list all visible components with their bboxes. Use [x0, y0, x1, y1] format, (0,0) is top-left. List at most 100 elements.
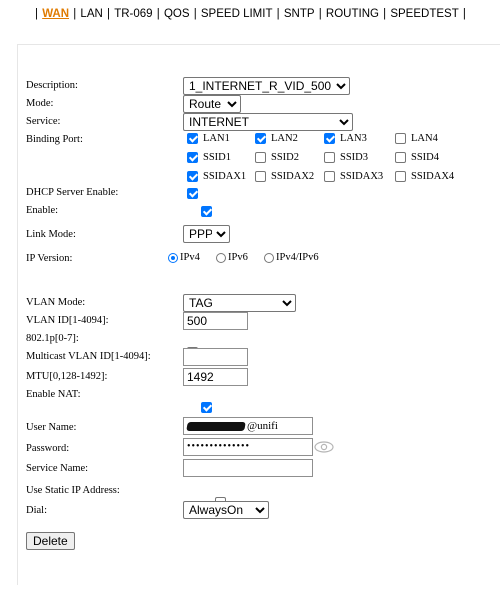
- checkbox-ssid2[interactable]: [255, 152, 266, 164]
- nav-link-speedtest[interactable]: SPEEDTEST: [390, 8, 458, 20]
- vlan-id-input[interactable]: [183, 312, 248, 330]
- user-name-input[interactable]: @unifi: [183, 417, 313, 435]
- radio-button[interactable]: [216, 252, 226, 263]
- service-select[interactable]: INTERNET: [183, 113, 353, 131]
- checkbox-lan1[interactable]: [187, 133, 198, 145]
- radio-button[interactable]: [168, 252, 178, 263]
- mode-select[interactable]: Route: [183, 95, 241, 113]
- binding-port-ssid4[interactable]: SSID4: [395, 152, 440, 164]
- nav-separator: |: [273, 8, 283, 20]
- checkbox-ssid3[interactable]: [324, 152, 335, 164]
- service-name-label: Service Name:: [26, 463, 89, 474]
- delete-button[interactable]: Delete: [26, 532, 75, 550]
- ip-version-option-ipv4-ipv6[interactable]: IPv4/IPv6: [264, 252, 319, 263]
- nav-separator: |: [379, 8, 390, 20]
- binding-port-ssidax2[interactable]: SSIDAX2: [255, 171, 315, 183]
- description-select[interactable]: 1_INTERNET_R_VID_500: [183, 77, 350, 95]
- dial-select[interactable]: AlwaysOn: [183, 501, 269, 519]
- user-name-label: User Name:: [26, 422, 77, 433]
- dial-label: Dial:: [26, 505, 47, 516]
- binding-port-ssid1[interactable]: SSID1: [187, 152, 232, 164]
- nav-separator: |: [153, 8, 163, 20]
- static-ip-label: Use Static IP Address:: [26, 485, 120, 496]
- user-name-suffix: @unifi: [247, 420, 278, 432]
- binding-port-lan1[interactable]: LAN1: [187, 133, 230, 145]
- radio-label: IPv4/IPv6: [276, 252, 319, 263]
- password-mask: ••••••••••••••: [187, 441, 251, 452]
- ip-version-option-ipv6[interactable]: IPv6: [216, 252, 248, 263]
- password-label: Password:: [26, 443, 70, 454]
- binding-port-label: Binding Port:: [26, 134, 83, 145]
- binding-port-label: SSIDAX1: [203, 171, 247, 182]
- checkbox-lan3[interactable]: [324, 133, 335, 145]
- nav-link-sntp[interactable]: SNTP: [284, 8, 315, 20]
- redacted-username: [186, 421, 246, 431]
- binding-port-label: LAN4: [411, 133, 438, 144]
- binding-port-label: LAN3: [340, 133, 367, 144]
- link-mode-label: Link Mode:: [26, 229, 76, 240]
- eye-icon[interactable]: [314, 441, 334, 453]
- checkbox-ssidax1[interactable]: [187, 171, 198, 183]
- vlan-id-label: VLAN ID[1-4094]:: [26, 315, 109, 326]
- binding-port-lan4[interactable]: LAN4: [395, 133, 438, 145]
- nav-separator: |: [103, 8, 114, 20]
- binding-port-label: LAN1: [203, 133, 230, 144]
- top-navigation: | WAN | LAN | TR-069 | QOS | SPEED LIMIT…: [34, 8, 467, 20]
- binding-port-lan2[interactable]: LAN2: [255, 133, 298, 145]
- dhcp-server-checkbox[interactable]: [187, 187, 198, 199]
- nav-link-tr-069[interactable]: TR-069: [114, 8, 152, 20]
- nav-separator: |: [459, 8, 466, 20]
- binding-port-label: SSIDAX3: [340, 171, 384, 182]
- radio-button[interactable]: [264, 252, 274, 263]
- binding-port-ssidax4[interactable]: SSIDAX4: [395, 171, 455, 183]
- description-label: Description:: [26, 80, 78, 91]
- link-mode-select[interactable]: PPP: [183, 225, 230, 243]
- binding-port-ssid2[interactable]: SSID2: [255, 152, 300, 164]
- nav-separator: |: [70, 8, 80, 20]
- nav-separator: |: [315, 8, 325, 20]
- binding-port-lan3[interactable]: LAN3: [324, 133, 367, 145]
- mode-label: Mode:: [26, 98, 54, 109]
- nav-link-qos[interactable]: QOS: [164, 8, 190, 20]
- multicast-vlan-input[interactable]: [183, 348, 248, 366]
- enable-checkbox[interactable]: [200, 205, 212, 217]
- enable-nat-checkbox[interactable]: [200, 401, 212, 413]
- binding-port-ssidax3[interactable]: SSIDAX3: [324, 171, 384, 183]
- nav-separator: |: [190, 8, 200, 20]
- checkbox-ssidax2[interactable]: [255, 171, 266, 183]
- mtu-label: MTU[0,128-1492]:: [26, 371, 108, 382]
- checkbox-ssidax4[interactable]: [395, 171, 406, 183]
- radio-label: IPv4: [180, 252, 200, 263]
- binding-port-label: SSID4: [411, 152, 440, 163]
- ip-version-option-ipv4[interactable]: IPv4: [168, 252, 200, 263]
- dhcp-server-label: DHCP Server Enable:: [26, 187, 119, 198]
- vlan-mode-select[interactable]: TAG: [183, 294, 296, 312]
- checkbox-ssid4[interactable]: [395, 152, 406, 164]
- nav-link-lan[interactable]: LAN: [80, 8, 102, 20]
- binding-port-label: SSIDAX4: [411, 171, 455, 182]
- checkbox-lan2[interactable]: [255, 133, 266, 145]
- binding-port-label: SSID2: [271, 152, 300, 163]
- nav-link-wan[interactable]: WAN: [42, 8, 69, 20]
- service-name-input[interactable]: [183, 459, 313, 477]
- service-label: Service:: [26, 116, 61, 127]
- binding-port-label: LAN2: [271, 133, 298, 144]
- binding-port-label: SSIDAX2: [271, 171, 315, 182]
- dot1p-label: 802.1p[0-7]:: [26, 333, 79, 344]
- enable-label: Enable:: [26, 205, 59, 216]
- checkbox-lan4[interactable]: [395, 133, 406, 145]
- binding-port-ssid3[interactable]: SSID3: [324, 152, 369, 164]
- nav-link-routing[interactable]: ROUTING: [326, 8, 379, 20]
- binding-port-label: SSID1: [203, 152, 232, 163]
- password-input[interactable]: ••••••••••••••: [183, 438, 313, 456]
- binding-port-label: SSID3: [340, 152, 369, 163]
- nav-link-speed-limit[interactable]: SPEED LIMIT: [201, 8, 273, 20]
- multicast-vlan-label: Multicast VLAN ID[1-4094]:: [26, 351, 151, 362]
- binding-port-ssidax1[interactable]: SSIDAX1: [187, 171, 247, 183]
- radio-label: IPv6: [228, 252, 248, 263]
- checkbox-ssidax3[interactable]: [324, 171, 335, 183]
- checkbox-ssid1[interactable]: [187, 152, 198, 164]
- mtu-input[interactable]: [183, 368, 248, 386]
- enable-nat-label: Enable NAT:: [26, 389, 81, 400]
- nav-separator: |: [35, 8, 42, 20]
